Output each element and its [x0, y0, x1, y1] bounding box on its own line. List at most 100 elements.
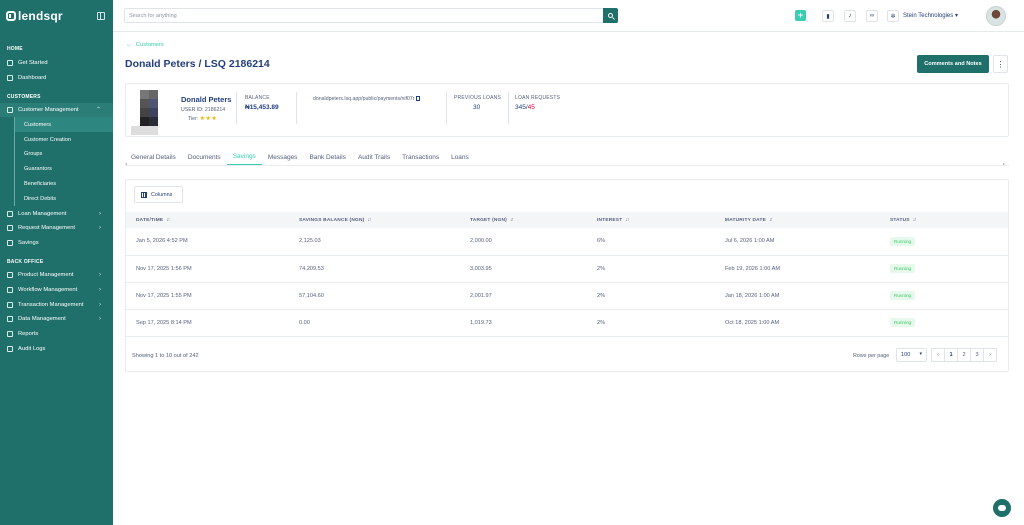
- tab-scrollbar[interactable]: [125, 165, 1009, 166]
- add-button[interactable]: +: [795, 10, 806, 21]
- avatar[interactable]: [986, 6, 1006, 26]
- customer-submenu: Customers Customer Creation Groups Guara…: [14, 117, 113, 207]
- sidebar-item-label: Transaction Management: [18, 301, 84, 308]
- column-header-interest[interactable]: INTEREST ↓↑: [587, 212, 715, 228]
- next-page-button[interactable]: ›: [983, 348, 997, 362]
- column-header-maturity-date[interactable]: MATURITY DATE ↓↑: [715, 212, 880, 228]
- tab-loans[interactable]: Loans: [445, 149, 475, 165]
- previous-loans-label: PREVIOUS LOANS: [454, 95, 501, 101]
- columns-button[interactable]: Columns: [134, 186, 183, 203]
- book-icon[interactable]: ▮: [822, 10, 834, 22]
- report-icon: [7, 331, 13, 338]
- payment-link-text: donaldpeters.lsq.app/public/payments/nif…: [313, 96, 415, 102]
- page-button[interactable]: 2: [957, 348, 971, 362]
- cell-status: Running: [880, 309, 1008, 337]
- pagination: ‹ 1 2 3 ›: [931, 348, 997, 362]
- tab-savings[interactable]: Savings: [226, 149, 262, 165]
- tab-transactions[interactable]: Transactions: [396, 149, 445, 165]
- sidebar-subitem-guarantors[interactable]: Guarantors: [15, 162, 113, 177]
- sidebar-collapse-icon[interactable]: [97, 12, 105, 20]
- savings-table: DATE/TIME ↓↑ SAVINGS BALANCE (NGN) ↓↑ TARG…: [126, 212, 1008, 337]
- sidebar-item-savings[interactable]: Savings: [0, 236, 113, 251]
- sidebar-item-loan-management[interactable]: Loan Management ›: [0, 206, 113, 221]
- status-badge: Running: [890, 264, 916, 273]
- sidebar-item-request-management[interactable]: Request Management ›: [0, 221, 113, 236]
- sidebar-item-customer-management[interactable]: Customer Management ⌃: [0, 102, 113, 118]
- column-header-date[interactable]: DATE/TIME ↓↑: [126, 212, 289, 228]
- comments-and-notes-button[interactable]: Comments and Notes: [917, 55, 989, 73]
- sidebar-subitem-direct-debits[interactable]: Direct Debits: [15, 191, 113, 206]
- piggy-bank-icon: [7, 240, 13, 247]
- tab-general-details[interactable]: General Details: [125, 149, 182, 165]
- database-icon: [7, 316, 13, 323]
- balance-value: ₦15,453.89: [245, 104, 279, 111]
- sidebar-subitem-beneficiaries[interactable]: Beneficiaries: [15, 177, 113, 192]
- search-input[interactable]: Search for anything: [129, 13, 177, 19]
- link-icon[interactable]: ∞: [866, 10, 878, 22]
- column-header-status[interactable]: STATUS ↓↑: [880, 212, 1008, 228]
- table-row[interactable]: Jan 5, 2026 4:52 PM 2,125.03 2,000.00 6%…: [126, 228, 1008, 256]
- tab-messages[interactable]: Messages: [262, 149, 304, 165]
- sidebar-subitem-customer-creation[interactable]: Customer Creation: [15, 132, 113, 147]
- tab-documents[interactable]: Documents: [182, 149, 227, 165]
- sidebar-item-label: Get Started: [18, 60, 48, 67]
- main-content: ← Customers Donald Peters / LSQ 2186214 …: [113, 32, 1024, 525]
- chevron-right-icon: ›: [99, 286, 101, 293]
- tab-bank-details[interactable]: Bank Details: [303, 149, 352, 165]
- brand-name: lendsqr: [18, 9, 63, 23]
- table-header-row: DATE/TIME ↓↑ SAVINGS BALANCE (NGN) ↓↑ TARG…: [126, 212, 1008, 228]
- sidebar-item-audit-logs[interactable]: Audit Logs: [0, 342, 113, 357]
- profile-card: Donald Peters USER ID: 2186214 Tier: ★★★…: [125, 83, 1009, 137]
- chevron-down-icon: ▾: [919, 351, 922, 357]
- sidebar-item-get-started[interactable]: Get Started: [0, 56, 113, 71]
- sidebar-subitem-customers[interactable]: Customers: [15, 117, 113, 133]
- gear-icon[interactable]: ✲: [887, 10, 899, 22]
- scroll-right-icon[interactable]: ▸: [1003, 161, 1005, 166]
- chat-icon: [998, 505, 1006, 511]
- loan-requests-value: 345/45: [515, 104, 535, 111]
- prev-page-button[interactable]: ‹: [931, 348, 945, 362]
- table-row[interactable]: Nov 17, 2025 1:56 PM 74,209.53 3,003.95 …: [126, 255, 1008, 283]
- table-row[interactable]: Sep 17, 2025 8:14 PM 0.00 1,019.73 2% Oc…: [126, 309, 1008, 337]
- column-header-savings-balance[interactable]: SAVINGS BALANCE (NGN) ↓↑: [289, 212, 460, 228]
- copy-icon[interactable]: [415, 96, 420, 101]
- sidebar-item-reports[interactable]: Reports: [0, 327, 113, 342]
- sort-icon: ↓↑: [768, 217, 773, 223]
- rows-per-page-select[interactable]: 100 ▾: [896, 348, 927, 362]
- cell-maturity: Feb 19, 2026 1:00 AM: [715, 255, 880, 283]
- cell-target: 2,001.97: [460, 282, 587, 310]
- payment-link[interactable]: donaldpeters.lsq.app/public/payments/nif…: [313, 96, 420, 102]
- sidebar-item-label: Customer Management: [18, 106, 79, 113]
- back-to-customers-link[interactable]: ← Customers: [126, 42, 164, 48]
- chat-button[interactable]: [993, 499, 1011, 517]
- sidebar-item-workflow-management[interactable]: Workflow Management ›: [0, 282, 113, 297]
- cell-balance: 57,104.60: [289, 282, 460, 310]
- cell-interest: 2%: [587, 255, 715, 283]
- sidebar-item-dashboard[interactable]: Dashboard: [0, 71, 113, 86]
- scroll-left-icon[interactable]: ◂: [125, 161, 127, 166]
- sort-icon: ↓↑: [509, 217, 514, 223]
- sidebar-item-product-management[interactable]: Product Management ›: [0, 268, 113, 283]
- customer-user-id: USER ID: 2186214: [181, 107, 226, 113]
- column-header-target[interactable]: TARGET (NGN) ↓↑: [460, 212, 587, 228]
- rows-per-page-label: Rows per page: [853, 353, 890, 359]
- sidebar-item-data-management[interactable]: Data Management ›: [0, 312, 113, 327]
- company-switcher[interactable]: Stein Technologies ▾: [903, 12, 958, 19]
- sidebar-subitem-groups[interactable]: Groups: [15, 147, 113, 162]
- table-row[interactable]: Nov 17, 2025 1:55 PM 57,104.60 2,001.97 …: [126, 282, 1008, 310]
- status-badge: Running: [890, 236, 916, 246]
- tier-label: Tier:: [188, 116, 199, 122]
- sidebar-item-transaction-management[interactable]: Transaction Management ›: [0, 297, 113, 312]
- cell-maturity: Jul 6, 2026 1:00 AM: [715, 228, 880, 256]
- page-button[interactable]: 1: [944, 348, 958, 362]
- rows-per-page-value: 100: [901, 352, 911, 358]
- page-button[interactable]: 3: [970, 348, 984, 362]
- loan-icon: [7, 210, 13, 217]
- bell-icon[interactable]: ♪: [844, 10, 856, 22]
- sidebar: lendsqr HOME Get Started Dashboard CUSTO…: [0, 0, 113, 525]
- search-button[interactable]: [603, 8, 618, 23]
- brand-logo[interactable]: lendsqr: [6, 9, 63, 23]
- tab-audit-trails[interactable]: Audit Trails: [352, 149, 396, 165]
- search-bar[interactable]: Search for anything: [124, 8, 618, 23]
- more-options-button[interactable]: ⋮: [993, 55, 1008, 73]
